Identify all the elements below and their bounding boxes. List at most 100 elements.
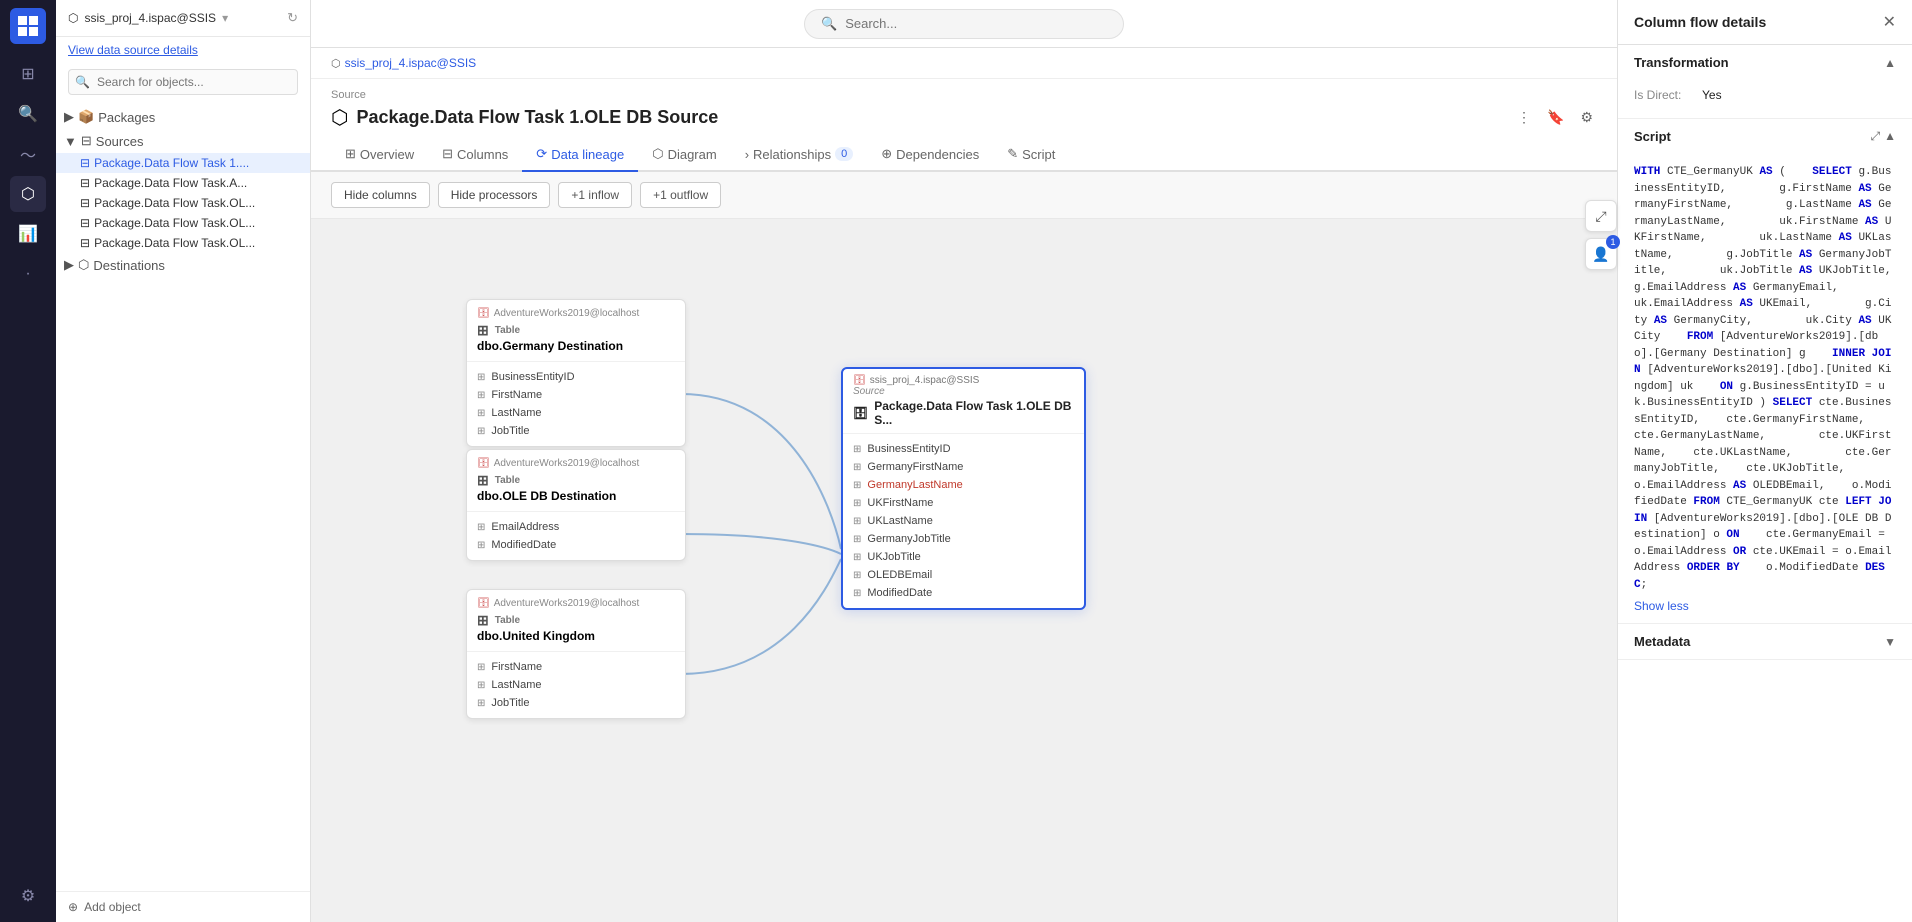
bookmark-button[interactable]: 🔖 xyxy=(1543,105,1568,130)
field-firstname: ⊞FirstName xyxy=(467,386,685,404)
sidebar-item-0[interactable]: ⊟ Package.Data Flow Task 1.... xyxy=(56,153,310,173)
nav-activity[interactable]: 〜 xyxy=(10,136,46,172)
right-panel: Column flow details ✕ ⤢ 👤 1 Transformati… xyxy=(1617,0,1912,922)
tab-columns[interactable]: ⊟ Columns xyxy=(428,138,522,172)
source-selector[interactable]: ⬡ ssis_proj_4.ispac@SSIS ▾ xyxy=(68,11,228,25)
transformation-section: Transformation ▲ Is Direct: Yes xyxy=(1618,45,1912,119)
sidebar-item-4[interactable]: ⊟ Package.Data Flow Task.OL... xyxy=(56,233,310,253)
right-panel-header: Column flow details ✕ xyxy=(1618,0,1912,45)
sidebar-item-2[interactable]: ⊟ Package.Data Flow Task.OL... xyxy=(56,193,310,213)
show-less-button[interactable]: Show less xyxy=(1634,599,1896,613)
germany-table-label: dbo.Germany Destination xyxy=(477,339,675,353)
global-search-bar[interactable]: 🔍 xyxy=(804,9,1124,39)
transformation-content: Is Direct: Yes xyxy=(1618,80,1912,118)
nav-chart[interactable]: 📊 xyxy=(10,216,46,252)
page-title: Package.Data Flow Task 1.OLE DB Source xyxy=(356,107,718,128)
germany-table-name: ⊞ Table xyxy=(477,322,675,339)
nav-dot[interactable]: · xyxy=(10,256,46,292)
tab-script[interactable]: ✎ Script xyxy=(993,138,1069,172)
outflow-button[interactable]: +1 outflow xyxy=(640,182,721,208)
source-type-label: Source xyxy=(853,386,1074,397)
destinations-icon: ⬡ xyxy=(78,257,89,273)
diagram-icon: ⬡ xyxy=(652,146,663,162)
source-label: Source xyxy=(331,89,1597,101)
metadata-section-header[interactable]: Metadata ▼ xyxy=(1618,624,1912,659)
destinations-label: Destinations xyxy=(93,258,165,273)
field-jobtitle-uk: ⊞JobTitle xyxy=(467,694,685,712)
right-panel-close-button[interactable]: ✕ xyxy=(1883,12,1896,32)
hide-columns-button[interactable]: Hide columns xyxy=(331,182,430,208)
tab-data-lineage[interactable]: ⟳ Data lineage xyxy=(522,138,638,172)
field-icon: ⊞ xyxy=(853,588,861,599)
field-icon: ⊞ xyxy=(853,498,861,509)
sidebar-item-3[interactable]: ⊟ Package.Data Flow Task.OL... xyxy=(56,213,310,233)
settings-button[interactable]: ⚙ xyxy=(1576,105,1597,130)
nav-home[interactable]: ⊞ xyxy=(10,56,46,92)
inflow-button[interactable]: +1 inflow xyxy=(558,182,632,208)
field-modifieddate: ⊞ModifiedDate xyxy=(467,536,685,554)
breadcrumb-icon: ⬡ xyxy=(331,57,341,70)
lineage-icon: ⟳ xyxy=(536,146,547,162)
table-icon: ⊞ xyxy=(477,322,489,339)
tab-overview[interactable]: ⊞ Overview xyxy=(331,138,428,172)
oledb-destination-card[interactable]: 🗄 AdventureWorks2019@localhost ⊞ Table d… xyxy=(466,449,686,561)
breadcrumb-link[interactable]: ssis_proj_4.ispac@SSIS xyxy=(345,56,477,70)
source-fields: ⊞BusinessEntityID ⊞GermanyFirstName ⊞Ger… xyxy=(843,434,1084,608)
search-input[interactable] xyxy=(68,69,298,95)
is-direct-value: Yes xyxy=(1702,88,1722,102)
packages-icon: 📦 xyxy=(78,109,94,125)
tab-relationships[interactable]: › Relationships 0 xyxy=(731,138,868,172)
add-object-button[interactable]: ⊕ Add object xyxy=(56,891,310,922)
metadata-section: Metadata ▼ xyxy=(1618,624,1912,660)
object-title-icon: ⬡ xyxy=(331,105,348,130)
item-icon-4: ⊟ xyxy=(80,236,90,250)
source-server-label: 🗄 ssis_proj_4.ispac@SSIS xyxy=(853,375,1074,386)
tab-relationships-label: Relationships xyxy=(753,147,831,162)
tree-group-destinations[interactable]: ▶ ⬡ Destinations xyxy=(56,253,310,277)
source-selector-label: ssis_proj_4.ispac@SSIS xyxy=(84,11,216,25)
view-data-source-link[interactable]: View data source details xyxy=(56,37,310,63)
tree-group-sources[interactable]: ▼ ⊟ Sources xyxy=(56,129,310,153)
refresh-icon[interactable]: ↻ xyxy=(287,10,298,26)
tree-group-packages[interactable]: ▶ 📦 Packages xyxy=(56,105,310,129)
server-icon-2: 🗄 xyxy=(477,458,490,469)
script-title: Script xyxy=(1634,129,1671,144)
field-icon: ⊞ xyxy=(477,540,485,551)
tabs: ⊞ Overview ⊟ Columns ⟳ Data lineage ⬡ Di… xyxy=(311,138,1617,172)
nav-search[interactable]: 🔍 xyxy=(10,96,46,132)
germany-destination-card[interactable]: 🗄 AdventureWorks2019@localhost ⊞ Table d… xyxy=(466,299,686,447)
script-icon: ✎ xyxy=(1007,146,1018,162)
transformation-toggle-icon: ▲ xyxy=(1884,56,1896,70)
overview-icon: ⊞ xyxy=(345,146,356,162)
sidebar-item-label-4: Package.Data Flow Task.OL... xyxy=(94,236,255,250)
relationships-icon: › xyxy=(745,147,749,162)
field-icon: ⊞ xyxy=(477,522,485,533)
oledb-table-label: dbo.OLE DB Destination xyxy=(477,489,675,503)
global-search-input[interactable] xyxy=(845,16,1085,31)
field-icon: ⊞ xyxy=(853,516,861,527)
more-options-button[interactable]: ⋮ xyxy=(1513,105,1535,130)
hide-processors-button[interactable]: Hide processors xyxy=(438,182,551,208)
script-expand-button[interactable]: ⤢ xyxy=(1871,129,1881,144)
right-panel-title: Column flow details xyxy=(1634,14,1766,30)
field-icon: ⊞ xyxy=(477,390,485,401)
germany-fields: ⊞BusinessEntityID ⊞FirstName ⊞LastName ⊞… xyxy=(467,362,685,446)
uk-server-label: 🗄 AdventureWorks2019@localhost xyxy=(477,598,675,609)
search-bar-icon: 🔍 xyxy=(821,16,837,32)
tab-diagram[interactable]: ⬡ Diagram xyxy=(638,138,730,172)
nav-lineage[interactable]: ⬡ xyxy=(10,176,46,212)
uk-destination-card[interactable]: 🗄 AdventureWorks2019@localhost ⊞ Table d… xyxy=(466,589,686,719)
src-field-5: ⊞UKLastName xyxy=(843,512,1084,530)
transformation-section-header[interactable]: Transformation ▲ xyxy=(1618,45,1912,80)
sources-label: Sources xyxy=(96,134,144,149)
src-field-7: ⊞UKJobTitle xyxy=(843,548,1084,566)
tab-dependencies[interactable]: ⊕ Dependencies xyxy=(867,138,993,172)
script-section-header[interactable]: Script ⤢ ▲ xyxy=(1618,119,1912,154)
src-field-8: ⊞OLEDBEmail xyxy=(843,566,1084,584)
script-toggle-icon: ▲ xyxy=(1884,129,1896,144)
nav-settings[interactable]: ⚙ xyxy=(10,878,46,914)
sidebar-item-1[interactable]: ⊟ Package.Data Flow Task.A... xyxy=(56,173,310,193)
field-icon: ⊞ xyxy=(853,534,861,545)
source-card[interactable]: 🗄 ssis_proj_4.ispac@SSIS Source 🗄 Packag… xyxy=(841,367,1086,610)
uk-table-name: ⊞ Table xyxy=(477,612,675,629)
